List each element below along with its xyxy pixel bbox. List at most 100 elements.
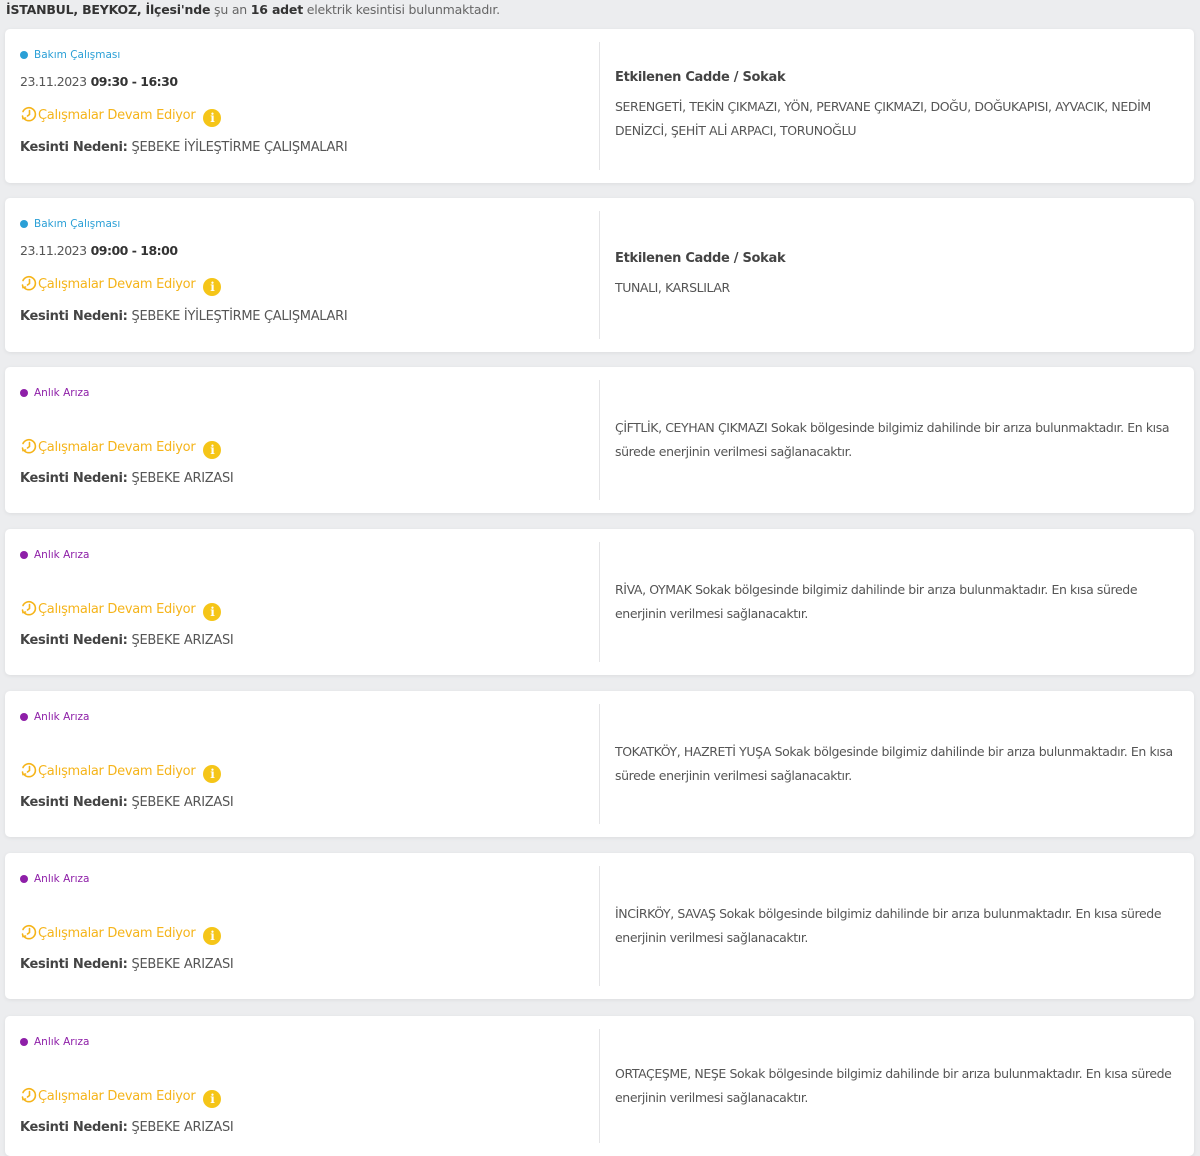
- affected-title: Etkilenen Cadde / Sokak: [615, 69, 786, 85]
- outage-status-label: Çalışmalar Devam Ediyor: [38, 764, 196, 779]
- outage-date-value: 23.11.2023: [20, 74, 87, 89]
- reason-value: ŞEBEKE ARIZASI: [131, 795, 234, 810]
- card-divider: [599, 1029, 600, 1143]
- outage-status-label: Çalışmalar Devam Ediyor: [38, 108, 196, 123]
- fault-dot-icon: [20, 550, 28, 559]
- outage-date-value: 23.11.2023: [20, 243, 87, 258]
- reason-label: Kesinti Nedeni:: [20, 957, 128, 972]
- affected-streets: Etkilenen Cadde / Sokak TUNALI, KARSLILA…: [615, 198, 1180, 352]
- outage-status-label: Çalışmalar Devam Ediyor: [38, 440, 196, 455]
- card-divider: [599, 380, 600, 500]
- outage-status-label: Çalışmalar Devam Ediyor: [38, 277, 196, 292]
- summary-suffix: elektrik kesintisi bulunmaktadır.: [306, 2, 500, 17]
- reason-value: ŞEBEKE ARIZASI: [131, 633, 234, 648]
- maintenance-dot-icon: [20, 50, 28, 59]
- outage-reason: Kesinti Nedeni: ŞEBEKE ARIZASI: [20, 957, 234, 972]
- outage-card: Anlık Arıza Çalışmalar Devam Ediyor i Kes…: [5, 529, 1194, 675]
- info-icon[interactable]: i: [203, 441, 222, 459]
- affected-text: RİVA, OYMAK Sokak bölgesinde bilgimiz da…: [615, 582, 1138, 621]
- clock-progress-icon: [21, 438, 37, 454]
- info-icon[interactable]: i: [203, 927, 222, 945]
- card-divider: [599, 704, 600, 824]
- reason-value: ŞEBEKE ARIZASI: [131, 471, 234, 486]
- outage-card: Bakım Çalışması 23.11.2023 09:30 - 16:30 …: [5, 29, 1194, 183]
- affected-streets: ÇİFTLİK, CEYHAN ÇIKMAZI Sokak bölgesinde…: [615, 367, 1180, 513]
- affected-text: SERENGETİ, TEKİN ÇIKMAZI, YÖN, PERVANE Ç…: [615, 98, 1151, 138]
- card-divider: [599, 866, 600, 986]
- outage-status: Çalışmalar Devam Ediyor i: [20, 437, 222, 459]
- summary-location: İSTANBUL, BEYKOZ, İlçesi'nde: [6, 2, 211, 17]
- outage-status: Çalışmalar Devam Ediyor i: [20, 105, 222, 127]
- reason-label: Kesinti Nedeni:: [20, 1120, 128, 1135]
- card-divider: [599, 211, 600, 339]
- outage-reason: Kesinti Nedeni: ŞEBEKE ARIZASI: [20, 471, 234, 486]
- outage-summary: İSTANBUL, BEYKOZ, İlçesi'nde şu an 16 ad…: [0, 0, 1200, 24]
- outage-status-label: Çalışmalar Devam Ediyor: [38, 602, 196, 617]
- outage-type-label: Anlık Arıza: [34, 549, 90, 561]
- affected-title: Etkilenen Cadde / Sokak: [615, 250, 786, 266]
- affected-streets: İNCİRKÖY, SAVAŞ Sokak bölgesinde bilgimi…: [615, 853, 1180, 999]
- maintenance-dot-icon: [20, 219, 28, 228]
- outage-reason: Kesinti Nedeni: ŞEBEKE İYİLEŞTİRME ÇALIŞM…: [20, 309, 348, 324]
- outage-status: Çalışmalar Devam Ediyor i: [20, 923, 222, 945]
- outage-card: Anlık Arıza Çalışmalar Devam Ediyor i Kes…: [5, 691, 1194, 837]
- outage-time: 09:30 - 16:30: [90, 74, 178, 89]
- info-icon[interactable]: i: [203, 109, 222, 127]
- outage-status: Çalışmalar Devam Ediyor i: [20, 761, 222, 783]
- outage-type: Anlık Arıza: [20, 710, 89, 724]
- outage-type: Anlık Arıza: [20, 548, 89, 562]
- outage-type-label: Bakım Çalışması: [34, 49, 121, 61]
- reason-value: ŞEBEKE İYİLEŞTİRME ÇALIŞMALARI: [131, 309, 348, 324]
- outage-status: Çalışmalar Devam Ediyor i: [20, 599, 222, 621]
- outage-time: 09:00 - 18:00: [90, 243, 178, 258]
- fault-dot-icon: [20, 1037, 28, 1046]
- info-icon[interactable]: i: [203, 765, 222, 783]
- outage-date: 23.11.2023 09:30 - 16:30: [20, 74, 178, 89]
- outage-status: Çalışmalar Devam Ediyor i: [20, 274, 222, 296]
- outage-type-label: Anlık Arıza: [34, 1036, 90, 1048]
- clock-progress-icon: [21, 924, 37, 940]
- clock-progress-icon: [21, 275, 37, 291]
- info-icon[interactable]: i: [203, 278, 222, 296]
- clock-progress-icon: [21, 762, 37, 778]
- outage-type: Anlık Arıza: [20, 386, 89, 400]
- affected-text: ORTAÇEŞME, NEŞE Sokak bölgesinde bilgimi…: [615, 1066, 1172, 1105]
- affected-text: İNCİRKÖY, SAVAŞ Sokak bölgesinde bilgimi…: [615, 906, 1162, 945]
- outage-type-label: Anlık Arıza: [34, 711, 90, 723]
- fault-dot-icon: [20, 388, 28, 397]
- reason-label: Kesinti Nedeni:: [20, 633, 128, 648]
- outage-type: Anlık Arıza: [20, 872, 89, 886]
- reason-label: Kesinti Nedeni:: [20, 309, 128, 324]
- outage-type-label: Bakım Çalışması: [34, 218, 121, 230]
- affected-text: ÇİFTLİK, CEYHAN ÇIKMAZI Sokak bölgesinde…: [615, 420, 1170, 459]
- outage-type: Bakım Çalışması: [20, 48, 120, 62]
- info-icon[interactable]: i: [203, 1090, 222, 1108]
- clock-progress-icon: [21, 600, 37, 616]
- outage-card: Anlık Arıza Çalışmalar Devam Ediyor i Kes…: [5, 1016, 1194, 1156]
- outage-type: Bakım Çalışması: [20, 217, 120, 231]
- summary-count: 16 adet: [250, 2, 303, 17]
- reason-label: Kesinti Nedeni:: [20, 140, 128, 155]
- outage-card: Bakım Çalışması 23.11.2023 09:00 - 18:00 …: [5, 198, 1194, 352]
- reason-label: Kesinti Nedeni:: [20, 795, 128, 810]
- info-icon[interactable]: i: [203, 603, 222, 621]
- outage-card: Anlık Arıza Çalışmalar Devam Ediyor i Kes…: [5, 367, 1194, 513]
- outage-reason: Kesinti Nedeni: ŞEBEKE ARIZASI: [20, 1120, 234, 1135]
- clock-progress-icon: [21, 106, 37, 122]
- outage-date: 23.11.2023 09:00 - 18:00: [20, 243, 178, 258]
- card-divider: [599, 542, 600, 662]
- outage-status-label: Çalışmalar Devam Ediyor: [38, 926, 196, 941]
- outage-type-label: Anlık Arıza: [34, 873, 90, 885]
- reason-label: Kesinti Nedeni:: [20, 471, 128, 486]
- reason-value: ŞEBEKE İYİLEŞTİRME ÇALIŞMALARI: [131, 140, 348, 155]
- outage-type-label: Anlık Arıza: [34, 387, 90, 399]
- clock-progress-icon: [21, 1087, 37, 1103]
- affected-text: TOKATKÖY, HAZRETİ YUŞA Sokak bölgesinde …: [615, 744, 1173, 783]
- affected-streets: TOKATKÖY, HAZRETİ YUŞA Sokak bölgesinde …: [615, 691, 1180, 837]
- outage-card: Anlık Arıza Çalışmalar Devam Ediyor i Kes…: [5, 853, 1194, 999]
- fault-dot-icon: [20, 712, 28, 721]
- fault-dot-icon: [20, 874, 28, 883]
- affected-text: TUNALI, KARSLILAR: [615, 279, 730, 295]
- outage-status-label: Çalışmalar Devam Ediyor: [38, 1089, 196, 1104]
- reason-value: ŞEBEKE ARIZASI: [131, 1120, 234, 1135]
